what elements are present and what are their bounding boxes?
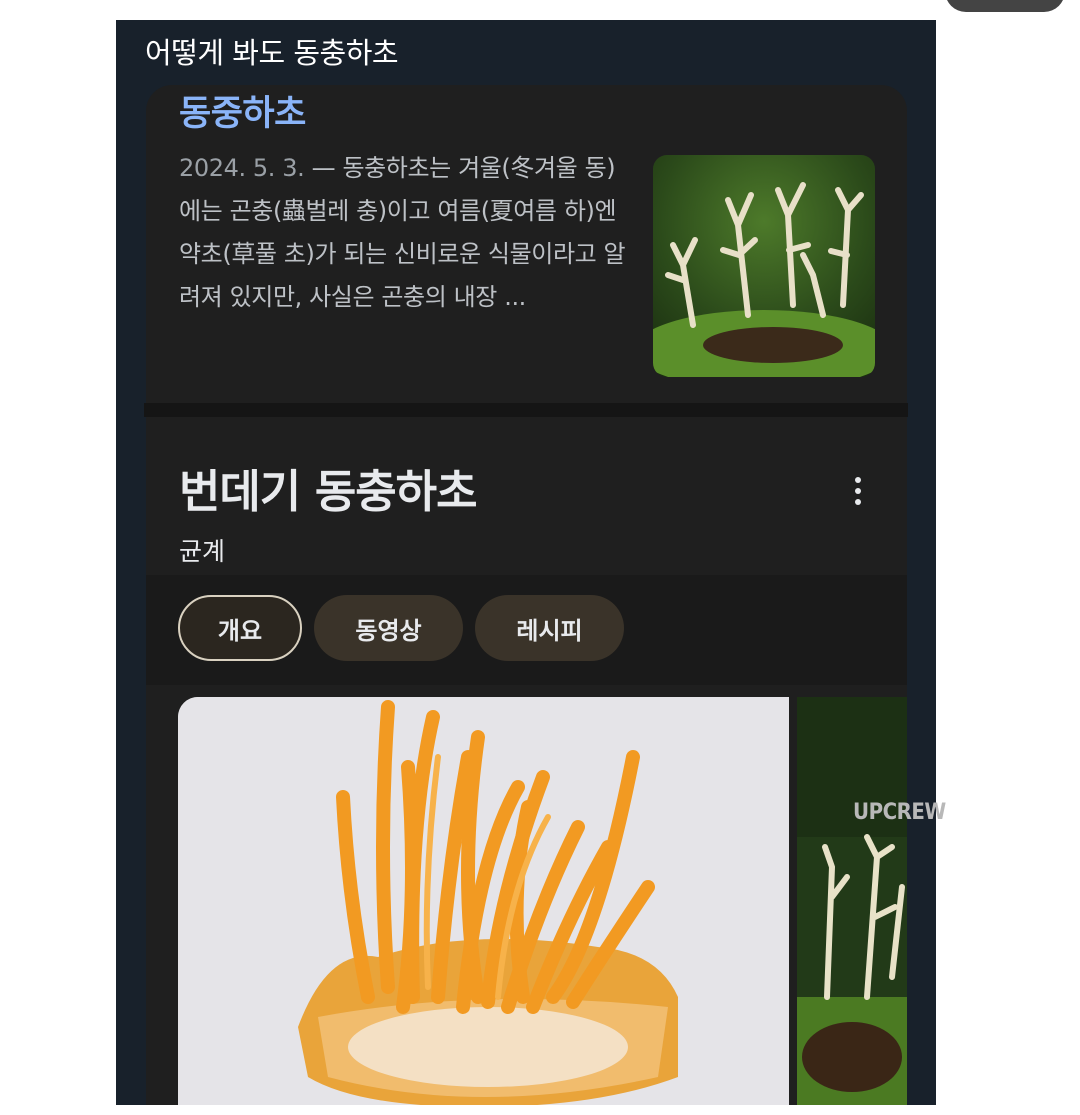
result-title-link[interactable]: 동중하초 bbox=[179, 85, 306, 136]
knowledge-panel: 번데기 동충하초 균계 개요 동영상 레시피 bbox=[146, 417, 907, 1105]
chip-videos[interactable]: 동영상 bbox=[314, 595, 463, 661]
top-corner-pill bbox=[945, 0, 1065, 12]
entity-side-image[interactable] bbox=[797, 697, 907, 1105]
watermark-text: UPCREW bbox=[853, 800, 946, 825]
entity-subtitle: 균계 bbox=[179, 537, 226, 566]
screenshot-frame: 어떻게 봐도 동충하초 동중하초 2024. 5. 3. — 동충하초는 겨울(… bbox=[116, 20, 936, 1105]
result-date: 2024. 5. 3. bbox=[179, 154, 305, 182]
chip-overview[interactable]: 개요 bbox=[178, 595, 302, 661]
search-result-card[interactable]: 동중하초 2024. 5. 3. — 동충하초는 겨울(冬겨울 동)에는 곤충(… bbox=[146, 85, 907, 405]
chip-recipes[interactable]: 레시피 bbox=[475, 595, 624, 661]
cordyceps-orange-image bbox=[178, 697, 789, 1105]
cordyceps-side-image bbox=[797, 697, 907, 1105]
entity-main-image[interactable] bbox=[178, 697, 789, 1105]
section-divider bbox=[144, 403, 908, 417]
result-separator: — bbox=[304, 154, 343, 182]
more-vert-icon[interactable] bbox=[838, 471, 878, 511]
result-snippet: 2024. 5. 3. — 동충하초는 겨울(冬겨울 동)에는 곤충(蟲벌레 충… bbox=[179, 147, 629, 319]
result-thumbnail-image[interactable] bbox=[653, 155, 875, 377]
entity-title: 번데기 동충하초 bbox=[179, 465, 477, 518]
chip-bar: 개요 동영상 레시피 bbox=[146, 575, 907, 685]
post-title: 어떻게 봐도 동충하초 bbox=[145, 36, 399, 70]
cordyceps-white-image bbox=[653, 155, 875, 377]
